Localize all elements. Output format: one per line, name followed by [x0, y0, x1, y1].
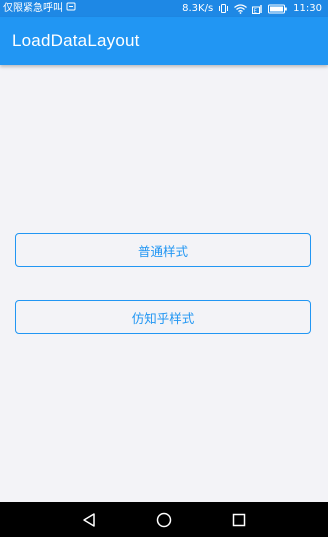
main-content: 普通样式 仿知乎样式	[0, 65, 328, 502]
svg-text:E: E	[254, 8, 257, 13]
app-title: LoadDataLayout	[12, 31, 140, 50]
battery-icon	[268, 4, 288, 14]
clock: 11:30	[293, 3, 322, 14]
recents-icon[interactable]	[229, 510, 249, 530]
status-right: 8.3K/s E 11:30	[182, 0, 322, 17]
wifi-icon	[234, 3, 248, 14]
zhihu-style-button[interactable]: 仿知乎样式	[15, 300, 311, 334]
network-speed: 8.3K/s	[182, 3, 214, 14]
navigation-bar	[0, 502, 328, 537]
home-icon[interactable]	[154, 510, 174, 530]
app-bar: LoadDataLayout	[0, 17, 328, 65]
status-left: 仅限紧急呼叫	[3, 0, 76, 17]
back-icon[interactable]	[79, 510, 99, 530]
vibrate-icon	[218, 3, 229, 14]
normal-style-button[interactable]: 普通样式	[15, 233, 311, 267]
sim-icon	[66, 0, 76, 17]
carrier-text: 仅限紧急呼叫	[3, 3, 63, 14]
signal-icon: E	[252, 4, 263, 14]
status-bar: 仅限紧急呼叫 8.3K/s E 11:30	[0, 0, 328, 17]
